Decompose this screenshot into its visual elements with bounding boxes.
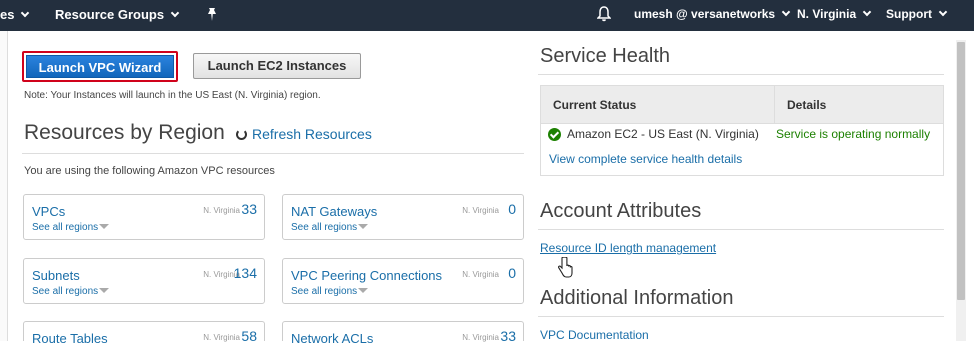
resource-card-region: N. Virginia [203,206,240,215]
resource-card-title[interactable]: Route Tables [32,331,108,346]
resource-card-count[interactable]: 0 [508,201,516,217]
see-all-regions-label: See all regions [32,222,99,233]
refresh-resources-label: Refresh Resources [252,126,372,142]
service-health-table: Current Status Details Amazon EC2 - US E… [540,85,944,176]
see-all-regions-label: See all regions [291,286,358,297]
account-label: umesh @ versanetworks [634,7,776,21]
resource-card-region: N. Virginia [462,270,499,279]
divider [538,74,944,75]
divider [538,316,944,317]
top-navigation-bar: es Resource Groups umesh @ versanetworks… [0,0,974,31]
table-header: Current Status Details [541,86,943,124]
resource-card-count[interactable]: 33 [500,328,516,344]
chevron-down-icon [21,8,30,18]
divider [22,153,524,154]
service-health-heading: Service Health [540,45,671,67]
region-label: N. Virginia [797,7,857,21]
refresh-icon [236,129,247,140]
caret-down-icon [99,288,110,293]
hand-pointer-cursor-icon [557,256,573,284]
caret-down-icon [358,288,369,293]
vertical-scrollbar[interactable] [956,40,966,341]
launch-region-note: Note: Your Instances will launch in the … [24,90,321,101]
chevron-down-icon [862,7,872,17]
support-label: Support [886,7,932,21]
resource-card-route-tables: Route Tables N. Virginia 58 [23,321,265,346]
resource-card-title[interactable]: NAT Gateways [291,204,377,219]
chevron-down-icon [938,7,948,17]
see-all-regions-link[interactable]: See all regions [32,286,110,297]
additional-information-heading: Additional Information [540,287,734,309]
check-circle-icon [548,128,561,141]
details-column-header: Details [787,98,827,112]
see-all-regions-label: See all regions [32,286,99,297]
current-status-column-header: Current Status [553,98,637,112]
resource-card-title[interactable]: VPCs [32,204,65,219]
notifications-button[interactable] [596,0,612,31]
resource-id-length-link[interactable]: Resource ID length management [540,241,716,255]
resources-intro-text: You are using the following Amazon VPC r… [24,165,275,177]
region-selector[interactable]: N. Virginia [797,0,872,31]
sidebar-edge [0,31,8,341]
scrollbar-thumb[interactable] [957,42,965,300]
resource-card-title[interactable]: Subnets [32,268,80,283]
resource-card-subnets: Subnets N. Virginia 134 See all regions [23,258,265,304]
bell-icon [596,6,612,22]
resource-card-count[interactable]: 33 [241,201,257,217]
chevron-down-icon [781,7,791,17]
account-attributes-heading: Account Attributes [540,200,702,222]
service-name: Amazon EC2 - US East (N. Virginia) [567,127,759,141]
caret-down-icon [358,224,369,229]
resources-by-region-heading: Resources by Region [24,121,225,144]
refresh-resources-link[interactable]: Refresh Resources [236,126,372,142]
resource-card-count[interactable]: 0 [508,265,516,281]
services-menu[interactable]: es [0,0,30,31]
resource-card-title[interactable]: Network ACLs [291,331,373,346]
chevron-down-icon [170,8,180,18]
resource-groups-menu[interactable]: Resource Groups [55,0,180,31]
support-menu[interactable]: Support [886,0,948,31]
launch-vpc-wizard-label: Launch VPC Wizard [26,55,174,78]
column-divider [774,86,775,124]
resource-card-nat-gateways: NAT Gateways N. Virginia 0 See all regio… [282,194,524,240]
service-status: Service is operating normally [776,127,931,141]
resource-card-vpc-peering: VPC Peering Connections N. Virginia 0 Se… [282,258,524,304]
resource-groups-label: Resource Groups [55,7,165,22]
see-all-regions-link[interactable]: See all regions [291,222,369,233]
see-all-regions-link[interactable]: See all regions [291,286,369,297]
vpc-documentation-link[interactable]: VPC Documentation [540,328,649,342]
see-all-regions-label: See all regions [291,222,358,233]
caret-down-icon [99,224,110,229]
resource-card-network-acls: Network ACLs N. Virginia 33 [282,321,524,346]
resource-card-title[interactable]: VPC Peering Connections [291,268,442,283]
resource-card-region: N. Virginia [462,206,499,215]
divider [538,229,944,230]
resource-card-vpcs: VPCs N. Virginia 33 See all regions [23,194,265,240]
resource-card-count[interactable]: 134 [234,265,257,281]
services-menu-label: es [0,7,15,22]
pin-button[interactable] [206,0,218,31]
launch-vpc-wizard-button[interactable]: Launch VPC Wizard [22,51,178,82]
view-service-health-link[interactable]: View complete service health details [549,152,742,166]
pin-icon [206,7,218,22]
see-all-regions-link[interactable]: See all regions [32,222,110,233]
resource-card-count[interactable]: 58 [241,328,257,344]
account-menu[interactable]: umesh @ versanetworks [634,0,791,31]
launch-ec2-instances-button[interactable]: Launch EC2 Instances [193,53,361,79]
